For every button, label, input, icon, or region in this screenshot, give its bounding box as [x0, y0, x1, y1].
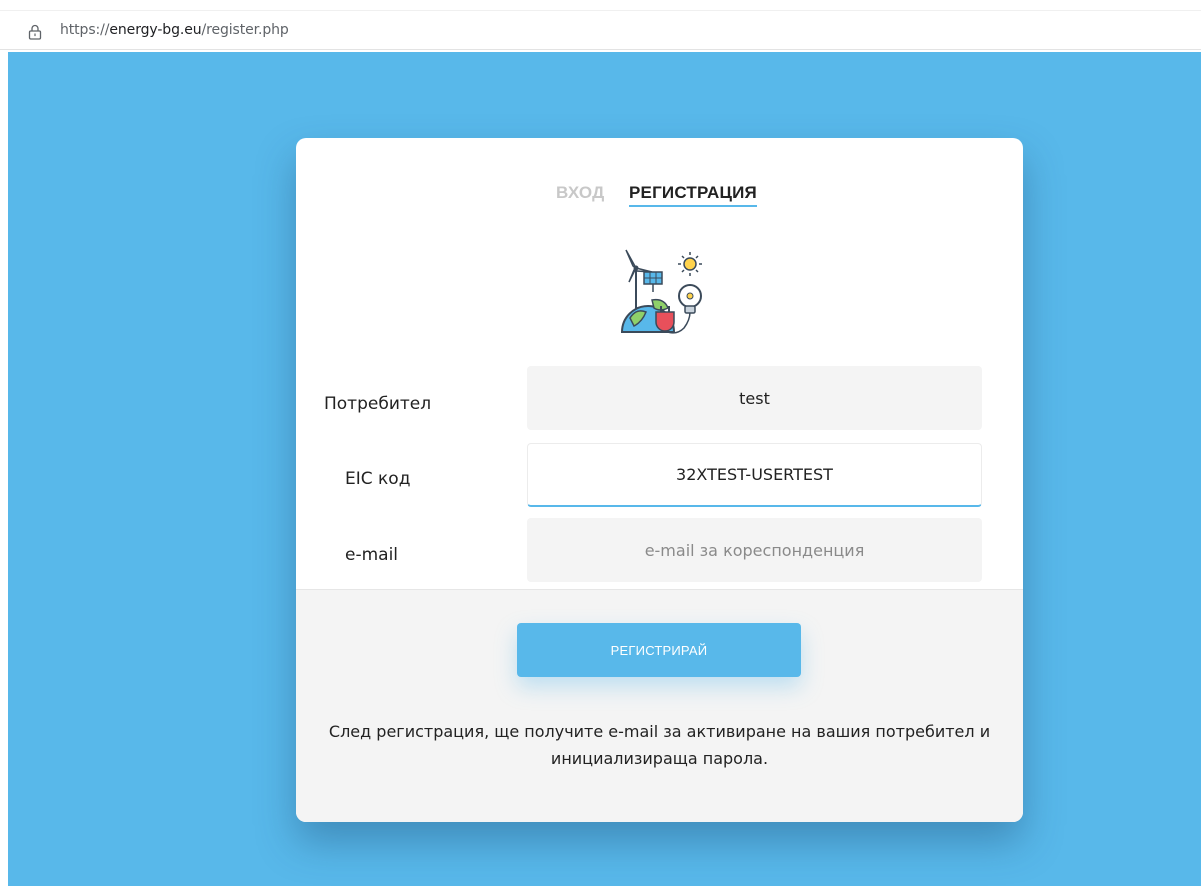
user-field[interactable]	[527, 366, 982, 430]
email-field[interactable]	[527, 518, 982, 582]
register-button[interactable]: РЕГИСТРИРАЙ	[517, 623, 801, 677]
tab-login[interactable]: ВХОД	[556, 183, 604, 203]
activation-note: След регистрация, ще получите e-mail за …	[328, 722, 991, 768]
lock-icon[interactable]	[28, 24, 42, 40]
tab-register[interactable]: РЕГИСТРАЦИЯ	[629, 183, 757, 207]
address-bar[interactable]: https://energy-bg.eu/register.php	[0, 10, 1201, 50]
eic-label: EIC код	[345, 469, 411, 489]
renewable-energy-icon	[620, 249, 702, 334]
page-background: ВХОД РЕГИСТРАЦИЯ Потребител test EIC код…	[8, 52, 1201, 886]
eic-field[interactable]	[527, 443, 982, 507]
url-scheme: https://	[60, 22, 110, 38]
url-text[interactable]: https://energy-bg.eu/register.php	[60, 22, 289, 38]
register-card: ВХОД РЕГИСТРАЦИЯ Потребител test EIC код…	[296, 138, 1023, 822]
user-label: Потребител	[324, 394, 432, 414]
url-path: /register.php	[201, 22, 289, 38]
url-host: energy-bg.eu	[109, 22, 202, 38]
email-label: e-mail	[345, 545, 399, 565]
